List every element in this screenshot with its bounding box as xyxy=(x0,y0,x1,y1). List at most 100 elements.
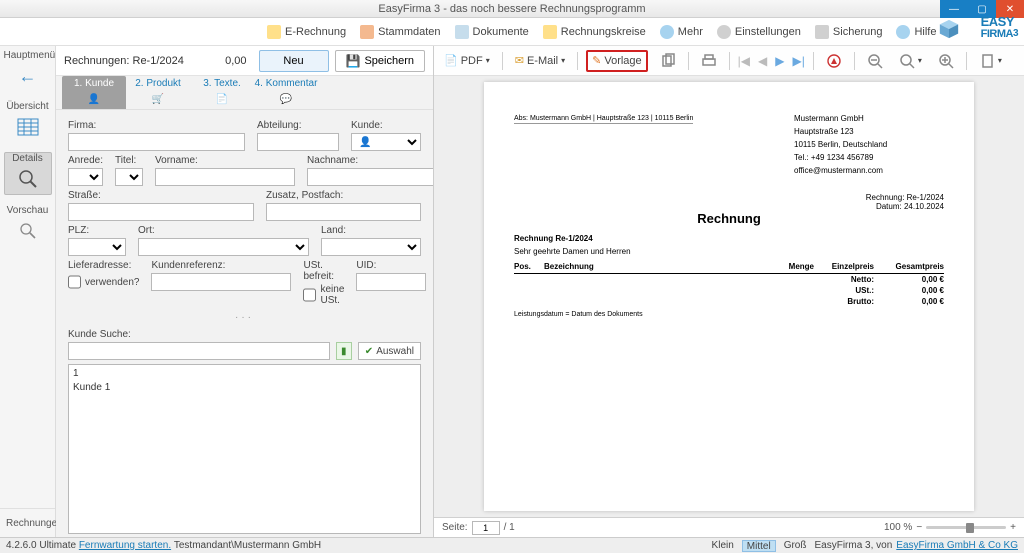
zoom-in-button[interactable] xyxy=(934,50,958,72)
window-minimize[interactable]: — xyxy=(940,0,968,18)
firma-input[interactable] xyxy=(68,133,245,151)
sender-address: Mustermann GmbH Hauptstraße 123 10115 Be… xyxy=(794,112,944,177)
strasse-label: Straße: xyxy=(68,190,254,201)
total-netto: Netto:0,00 € xyxy=(514,274,944,286)
strasse-input[interactable] xyxy=(68,203,254,221)
zusatz-label: Zusatz, Postfach: xyxy=(266,190,421,201)
copy-icon xyxy=(660,53,676,69)
last-page-button[interactable]: ▶| xyxy=(792,54,804,68)
page-view-button[interactable]: ▾ xyxy=(975,50,1006,72)
zoom-slider[interactable] xyxy=(926,526,1006,529)
menu-sicherung[interactable]: Sicherung xyxy=(808,25,890,39)
nav-uebersicht[interactable]: Übersicht xyxy=(4,101,52,142)
sicherung-icon xyxy=(815,25,829,39)
pencil-icon: ✎ xyxy=(592,54,601,67)
size-mittel[interactable]: Mittel xyxy=(742,540,776,552)
pdf-button[interactable]: 📄PDF▾ xyxy=(440,50,494,72)
list-item[interactable]: Kunde 1 xyxy=(73,381,416,395)
nav-vorschau[interactable]: Vorschau xyxy=(4,205,52,246)
menu-mehr[interactable]: Mehr xyxy=(653,25,710,39)
total-ust: USt.:0,00 € xyxy=(514,285,944,296)
keineust-checkbox[interactable] xyxy=(303,286,316,304)
tab-kommentar[interactable]: 4. Kommentar💬 xyxy=(254,76,318,109)
comment-icon: 💬 xyxy=(254,91,318,107)
titel-select[interactable] xyxy=(115,168,143,186)
size-gross[interactable]: Groß xyxy=(780,540,811,552)
auswahl-button[interactable]: ✔Auswahl xyxy=(358,342,421,360)
form-header-label: Rechnungen: Re-1/2024 xyxy=(64,55,184,67)
nav-rechnungen[interactable]: Rechnungen xyxy=(0,508,55,537)
print-button[interactable] xyxy=(697,50,721,72)
doc-rnr-line: Rechnung Re-1/2024 xyxy=(514,234,944,243)
version-label: 4.2.6.0 Ultimate xyxy=(6,540,76,551)
page-input[interactable] xyxy=(472,521,500,535)
preview-toolbar: 📄PDF▾ ✉E-Mail▾ ✎Vorlage |◀ ◀ ▶ ▶| ▾ ▾ xyxy=(434,46,1024,76)
nav-details[interactable]: Details xyxy=(4,152,52,195)
plz-select[interactable] xyxy=(68,238,126,256)
tab-kunde[interactable]: 1. Kunde👤 xyxy=(62,76,126,109)
person-icon: 👤 xyxy=(62,91,126,107)
menu-stammdaten[interactable]: Stammdaten xyxy=(353,25,447,39)
menu-dokumente[interactable]: Dokumente xyxy=(448,25,536,39)
vorname-input[interactable] xyxy=(155,168,295,186)
mehr-icon xyxy=(660,25,674,39)
size-klein[interactable]: Klein xyxy=(708,540,738,552)
nav-hauptmenu[interactable]: Hauptmenü ← xyxy=(4,50,52,91)
save-button[interactable]: 💾Speichern xyxy=(335,50,426,72)
uid-input[interactable] xyxy=(356,273,426,291)
divider: ··· xyxy=(68,312,421,323)
zoom-minus[interactable]: − xyxy=(916,522,922,533)
copy-button[interactable] xyxy=(656,50,680,72)
verwenden-checkbox[interactable] xyxy=(68,273,81,291)
kundenref-input[interactable] xyxy=(151,273,291,291)
first-page-button[interactable]: |◀ xyxy=(738,54,750,68)
save-icon: 💾 xyxy=(346,54,361,68)
vorlage-button[interactable]: ✎Vorlage xyxy=(586,50,648,72)
tab-produkt[interactable]: 2. Produkt🛒 xyxy=(126,76,190,109)
e-rechnung-icon xyxy=(267,25,281,39)
lieferadresse-label: Lieferadresse: xyxy=(68,260,139,271)
kunde-select[interactable]: 👤 xyxy=(351,133,421,151)
kunde-listbox[interactable]: 1 Kunde 1 xyxy=(68,364,421,534)
zoom-out-icon xyxy=(867,53,883,69)
ustbefreit-label: USt. befreit: xyxy=(303,260,344,282)
menu-hilfe[interactable]: Hilfe xyxy=(889,25,943,39)
nachname-label: Nachname: xyxy=(307,155,433,166)
vendor-link[interactable]: EasyFirma GmbH & Co KG xyxy=(896,540,1018,551)
remote-link[interactable]: Fernwartung starten. xyxy=(79,540,171,551)
zoom-out-button[interactable] xyxy=(863,50,887,72)
zusatz-input[interactable] xyxy=(266,203,421,221)
tab-texte[interactable]: 3. Texte.📄 xyxy=(190,76,254,109)
new-button[interactable]: Neu xyxy=(259,50,329,72)
zoom-in-icon xyxy=(938,53,954,69)
menu-e-rechnung[interactable]: E-Rechnung xyxy=(260,25,353,39)
anrede-select[interactable] xyxy=(68,168,103,186)
uid-label: UID: xyxy=(356,260,426,271)
zoom-button[interactable]: ▾ xyxy=(895,50,926,72)
document-page: Mustermann GmbH Hauptstraße 123 10115 Be… xyxy=(484,82,974,511)
nachname-input[interactable] xyxy=(307,168,433,186)
kundesuche-input[interactable] xyxy=(68,342,330,360)
firma-label: Firma: xyxy=(68,120,245,131)
email-button[interactable]: ✉E-Mail▾ xyxy=(511,50,569,72)
abteilung-input[interactable] xyxy=(257,133,339,151)
abteilung-label: Abteilung: xyxy=(257,120,339,131)
ort-select[interactable] xyxy=(138,238,309,256)
form-panel: Rechnungen: Re-1/2024 0,00 Neu 💾Speicher… xyxy=(56,46,434,537)
list-item[interactable]: 1 xyxy=(73,367,416,381)
compass-button[interactable] xyxy=(822,50,846,72)
doc-greeting: Sehr geehrte Damen und Herren xyxy=(514,247,944,256)
grid-icon xyxy=(11,114,45,140)
compass-icon xyxy=(826,53,842,69)
next-page-button[interactable]: ▶ xyxy=(775,54,784,68)
menu-rechnungskreise[interactable]: Rechnungskreise xyxy=(536,25,653,39)
kundesuche-label: Kunde Suche: xyxy=(68,329,421,340)
land-select[interactable] xyxy=(321,238,421,256)
check-icon: ✔ xyxy=(365,346,373,357)
kundesuche-go[interactable]: ▮ xyxy=(336,342,352,360)
prev-page-button[interactable]: ◀ xyxy=(758,54,767,68)
email-icon: ✉ xyxy=(515,54,524,67)
page-icon xyxy=(979,53,995,69)
menu-einstellungen[interactable]: Einstellungen xyxy=(710,25,808,39)
zoom-plus[interactable]: + xyxy=(1010,522,1016,533)
